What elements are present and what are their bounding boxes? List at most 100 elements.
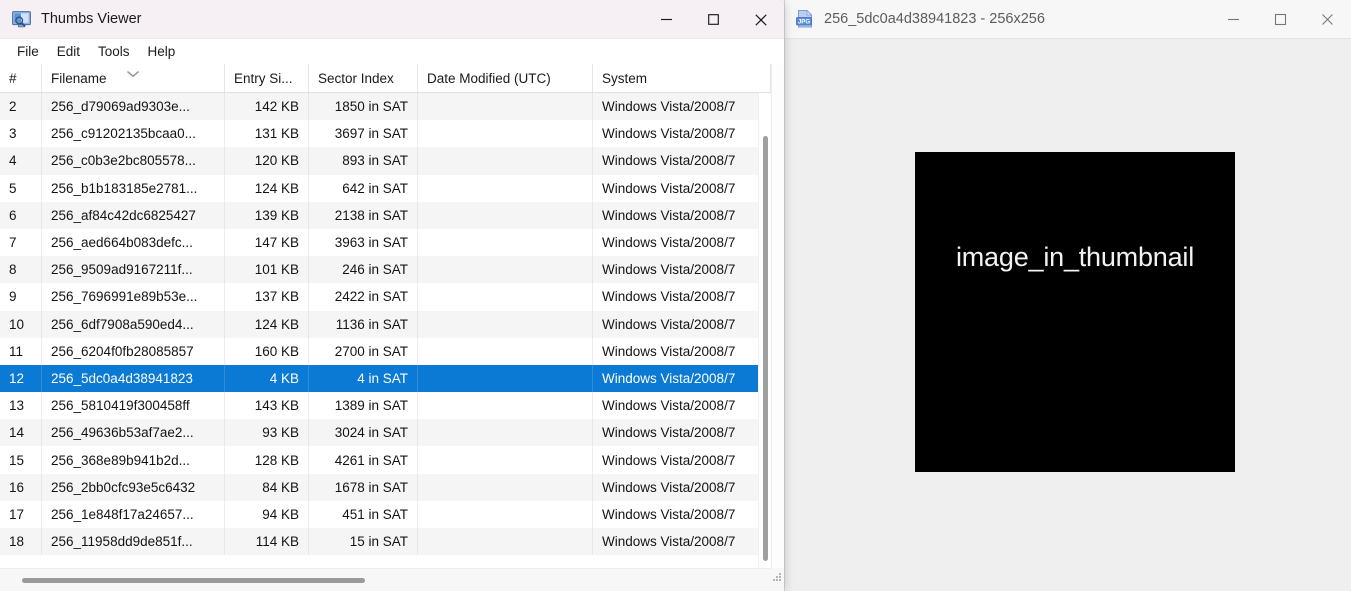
cell-entry_size: 124 KB bbox=[225, 174, 309, 202]
cell-index: 14 bbox=[0, 419, 42, 447]
cell-date_modified bbox=[418, 419, 593, 447]
resize-grip[interactable] bbox=[771, 568, 784, 591]
cell-filename: 256_c91202135bcaa0... bbox=[42, 120, 225, 148]
main-minimize-button[interactable] bbox=[643, 0, 690, 39]
cell-sector_index: 2422 in SAT bbox=[309, 283, 418, 311]
cell-sector_index: 2138 in SAT bbox=[309, 201, 418, 229]
cell-system: Windows Vista/2008/7 bbox=[593, 500, 771, 528]
cell-entry_size: 128 KB bbox=[225, 446, 309, 474]
monitor-magnifier-icon bbox=[12, 10, 31, 28]
cell-date_modified bbox=[418, 500, 593, 528]
column-header-entry-size[interactable]: Entry Si... bbox=[225, 64, 309, 92]
menu-file[interactable]: File bbox=[8, 42, 48, 61]
cell-filename: 256_d79069ad9303e... bbox=[42, 93, 225, 121]
main-title-text: Thumbs Viewer bbox=[41, 11, 142, 27]
cell-filename: 256_6204f0fb28085857 bbox=[42, 337, 225, 365]
table-row[interactable]: 10 256_6df7908a590ed4... 124 KB 1136 in SAT… bbox=[0, 310, 771, 338]
thumbnail-preview-area: image_in_thumbnail bbox=[785, 39, 1351, 591]
column-header-sector-index[interactable]: Sector Index bbox=[309, 64, 418, 92]
cell-index: 2 bbox=[0, 93, 42, 121]
cell-entry_size: 84 KB bbox=[225, 473, 309, 501]
cell-filename: 256_5dc0a4d38941823 bbox=[42, 364, 225, 393]
column-header-date-modified[interactable]: Date Modified (UTC) bbox=[418, 64, 593, 92]
table-row[interactable]: 17 256_1e848f17a24657... 94 KB 451 in SAT Wi… bbox=[0, 500, 771, 528]
table-row[interactable]: 15 256_368e89b941b2d... 128 KB 4261 in SAT W… bbox=[0, 446, 771, 474]
table-row[interactable]: 12 256_5dc0a4d38941823 4 KB 4 in SAT Windows… bbox=[0, 364, 771, 393]
cell-index: 16 bbox=[0, 473, 42, 501]
cell-index: 9 bbox=[0, 283, 42, 311]
cell-sector_index: 1678 in SAT bbox=[309, 473, 418, 501]
cell-sector_index: 3697 in SAT bbox=[309, 120, 418, 148]
viewer-maximize-button[interactable] bbox=[1257, 0, 1304, 39]
horizontal-scrollbar-thumb[interactable] bbox=[22, 578, 365, 583]
cell-sector_index: 3024 in SAT bbox=[309, 419, 418, 447]
cell-sector_index: 2700 in SAT bbox=[309, 337, 418, 365]
vertical-scrollbar-thumb[interactable] bbox=[763, 136, 768, 561]
cell-system: Windows Vista/2008/7 bbox=[593, 283, 771, 311]
cell-sector_index: 15 in SAT bbox=[309, 528, 418, 556]
cell-entry_size: 124 KB bbox=[225, 310, 309, 338]
cell-sector_index: 893 in SAT bbox=[309, 147, 418, 175]
cell-date_modified bbox=[418, 364, 593, 393]
horizontal-scrollbar[interactable] bbox=[0, 568, 771, 591]
cell-date_modified bbox=[418, 120, 593, 148]
cell-index: 5 bbox=[0, 174, 42, 202]
cell-entry_size: 120 KB bbox=[225, 147, 309, 175]
cell-date_modified bbox=[418, 256, 593, 284]
thumbnail-image[interactable]: image_in_thumbnail bbox=[915, 152, 1235, 472]
table-row[interactable]: 14 256_49636b53af7ae2... 93 KB 3024 in SAT W… bbox=[0, 419, 771, 447]
cell-sector_index: 4 in SAT bbox=[309, 364, 418, 393]
cell-system: Windows Vista/2008/7 bbox=[593, 201, 771, 229]
menu-edit[interactable]: Edit bbox=[48, 42, 89, 61]
thumbs-viewer-window: Thumbs Viewer File Edit Tools Help # Fil… bbox=[0, 0, 784, 591]
cell-index: 10 bbox=[0, 310, 42, 338]
viewer-titlebar[interactable]: JPG 256_5dc0a4d38941823 - 256x256 bbox=[785, 0, 1351, 39]
cell-index: 8 bbox=[0, 256, 42, 284]
table-row[interactable]: 2 256_d79069ad9303e... 142 KB 1850 in SAT Wi… bbox=[0, 93, 771, 121]
cell-date_modified bbox=[418, 201, 593, 229]
table-row[interactable]: 6 256_af84c42dc6825427 139 KB 2138 in SAT Wi… bbox=[0, 201, 771, 229]
column-header-index[interactable]: # bbox=[0, 64, 42, 92]
cell-system: Windows Vista/2008/7 bbox=[593, 256, 771, 284]
column-header-filename[interactable]: Filename bbox=[42, 64, 225, 92]
cell-index: 15 bbox=[0, 446, 42, 474]
cell-date_modified bbox=[418, 392, 593, 420]
cell-sector_index: 4261 in SAT bbox=[309, 446, 418, 474]
table-row[interactable]: 5 256_b1b183185e2781... 124 KB 642 in SAT Wi… bbox=[0, 174, 771, 202]
table-row[interactable]: 7 256_aed664b083defc... 147 KB 3963 in SAT W… bbox=[0, 228, 771, 257]
file-list-rows: 2 256_d79069ad9303e... 142 KB 1850 in SAT Wi… bbox=[0, 93, 771, 568]
viewer-close-button[interactable] bbox=[1304, 0, 1351, 39]
table-row[interactable]: 18 256_11958dd9de851f... 114 KB 15 in SAT Wi… bbox=[0, 528, 771, 556]
cell-system: Windows Vista/2008/7 bbox=[593, 419, 771, 447]
cell-filename: 256_1e848f17a24657... bbox=[42, 500, 225, 528]
table-row[interactable]: 13 256_5810419f300458ff 143 KB 1389 in SAT W… bbox=[0, 392, 771, 420]
main-titlebar[interactable]: Thumbs Viewer bbox=[0, 0, 784, 39]
cell-date_modified bbox=[418, 528, 593, 556]
table-row[interactable]: 16 256_2bb0cfc93e5c6432 84 KB 1678 in SAT Wi… bbox=[0, 473, 771, 501]
menu-tools[interactable]: Tools bbox=[89, 42, 139, 61]
thumbnail-caption-text: image_in_thumbnail bbox=[955, 242, 1195, 272]
cell-entry_size: 4 KB bbox=[225, 364, 309, 393]
cell-filename: 256_b1b183185e2781... bbox=[42, 174, 225, 202]
viewer-minimize-button[interactable] bbox=[1210, 0, 1257, 39]
table-row[interactable]: 3 256_c91202135bcaa0... 131 KB 3697 in SAT W… bbox=[0, 120, 771, 148]
table-row[interactable]: 11 256_6204f0fb28085857 160 KB 2700 in SAT W… bbox=[0, 337, 771, 365]
cell-sector_index: 642 in SAT bbox=[309, 174, 418, 202]
cell-system: Windows Vista/2008/7 bbox=[593, 473, 771, 501]
cell-date_modified bbox=[418, 147, 593, 175]
table-row[interactable]: 9 256_7696991e89b53e... 137 KB 2422 in SAT W… bbox=[0, 283, 771, 311]
file-list-view: # Filename Entry Si... Sector Index Date… bbox=[0, 64, 784, 591]
list-header-row: # Filename Entry Si... Sector Index Date… bbox=[0, 64, 784, 93]
menu-help[interactable]: Help bbox=[139, 42, 185, 61]
cell-filename: 256_49636b53af7ae2... bbox=[42, 419, 225, 447]
vertical-scrollbar[interactable] bbox=[758, 93, 771, 568]
main-maximize-button[interactable] bbox=[690, 0, 737, 39]
table-row[interactable]: 4 256_c0b3e2bc805578... 120 KB 893 in SAT Wi… bbox=[0, 147, 771, 175]
column-header-system[interactable]: System bbox=[593, 64, 771, 92]
table-row[interactable]: 8 256_9509ad9167211f... 101 KB 246 in SAT Wi… bbox=[0, 256, 771, 284]
cell-entry_size: 94 KB bbox=[225, 500, 309, 528]
main-close-button[interactable] bbox=[737, 0, 784, 39]
cell-system: Windows Vista/2008/7 bbox=[593, 174, 771, 202]
cell-system: Windows Vista/2008/7 bbox=[593, 93, 771, 121]
cell-system: Windows Vista/2008/7 bbox=[593, 528, 771, 556]
